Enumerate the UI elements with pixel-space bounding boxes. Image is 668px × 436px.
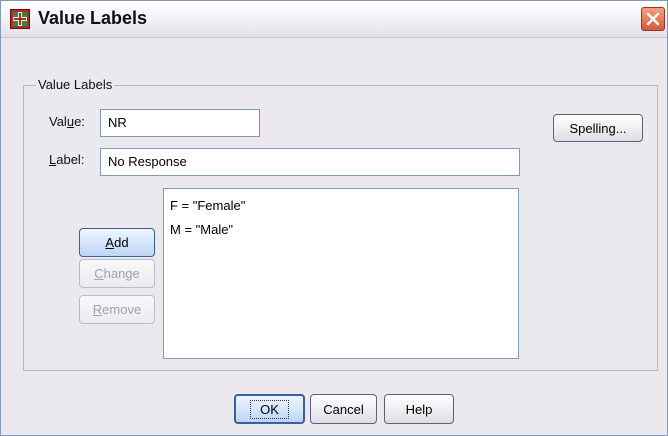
- value-input[interactable]: NR: [100, 109, 260, 137]
- spelling-button[interactable]: Spelling...: [553, 114, 643, 142]
- close-x-icon: [646, 12, 660, 26]
- value-labels-grid-icon: [10, 9, 30, 29]
- value-field-label: Value:: [49, 114, 85, 129]
- group-legend: Value Labels: [36, 76, 115, 94]
- list-item[interactable]: F = "Female": [170, 198, 245, 213]
- label-input[interactable]: No Response: [100, 148, 520, 176]
- title-bar: Value Labels: [1, 1, 667, 38]
- list-item[interactable]: M = "Male": [170, 222, 233, 237]
- add-button[interactable]: Add: [79, 228, 155, 257]
- remove-button[interactable]: Remove: [79, 295, 155, 324]
- ok-label: OK: [250, 399, 289, 419]
- value-labels-list[interactable]: F = "Female" M = "Male": [163, 188, 519, 359]
- label-field-label: Label:: [49, 152, 85, 167]
- window-title: Value Labels: [38, 8, 148, 28]
- cancel-button[interactable]: Cancel: [310, 394, 377, 424]
- close-button[interactable]: [641, 7, 665, 31]
- help-button[interactable]: Help: [384, 394, 454, 424]
- value-labels-dialog: Value Labels Value Labels Value: NR Labe…: [0, 0, 668, 436]
- change-button[interactable]: Change: [79, 259, 155, 288]
- ok-button[interactable]: OK: [234, 394, 305, 424]
